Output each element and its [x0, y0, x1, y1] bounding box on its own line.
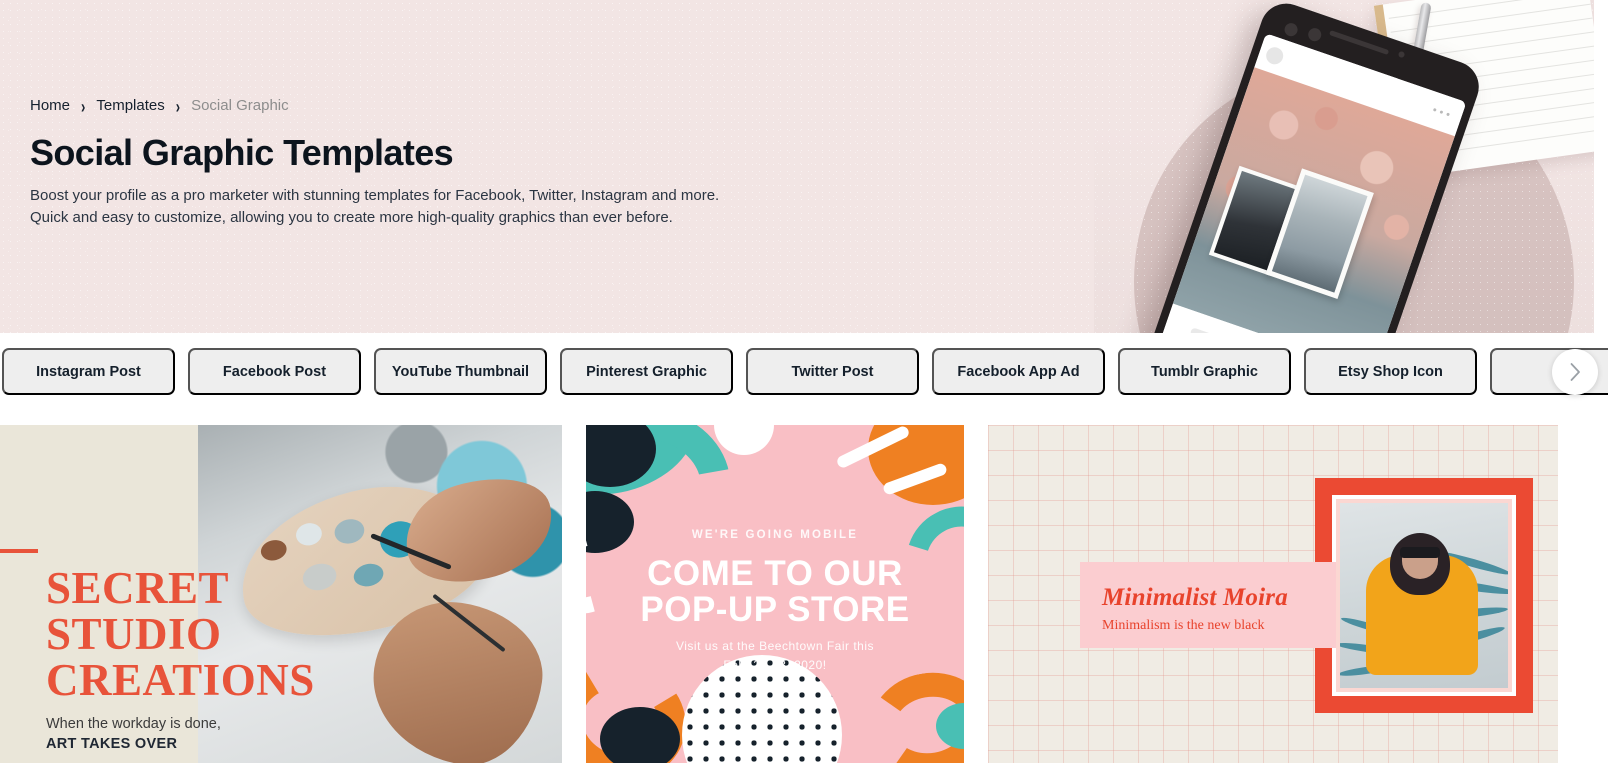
- card2-headline: COME TO OUR POP-UP STORE: [586, 556, 964, 628]
- hero-copy: Home › Templates › Social Graphic Social…: [30, 96, 719, 229]
- template-grid: SECRET STUDIO CREATIONS When the workday…: [0, 425, 1608, 763]
- templates-page: SHOW USSWEET SEASON Home › Templates › S…: [0, 0, 1608, 763]
- filter-chip-instagram-post[interactable]: Instagram Post: [2, 348, 175, 395]
- blob-navy: [600, 707, 680, 763]
- filter-chip-tumblr-graphic[interactable]: Tumblr Graphic: [1118, 348, 1291, 395]
- template-card-secret-studio[interactable]: SECRET STUDIO CREATIONS When the workday…: [0, 425, 562, 763]
- breadcrumb-item-templates[interactable]: Templates: [96, 96, 164, 116]
- template-card-minimalist-moira[interactable]: Minimalist Moira Minimalism is the new b…: [988, 425, 1558, 763]
- card2-subtext-line-2: Feb. 20-23, 2020!: [723, 658, 827, 672]
- filter-chip-twitter-post[interactable]: Twitter Post: [746, 348, 919, 395]
- blob-white-circle: [714, 425, 774, 455]
- filter-chip-youtube-thumbnail[interactable]: YouTube Thumbnail: [374, 348, 547, 395]
- card2-subtext: Visit us at the Beechtown Fair this Feb.…: [586, 637, 964, 675]
- chevron-right-icon: ›: [81, 95, 86, 117]
- card1-subtitle-line-1: When the workday is done,: [46, 716, 221, 732]
- card2-headline-line-2: POP-UP STORE: [640, 590, 910, 629]
- card1-title: SECRET STUDIO CREATIONS: [46, 565, 376, 703]
- photo-frame: [1315, 478, 1533, 713]
- breadcrumb: Home › Templates › Social Graphic: [30, 96, 719, 116]
- breadcrumb-item-current: Social Graphic: [191, 97, 289, 114]
- card1-title-line-1: SECRET: [46, 563, 230, 613]
- rail-next-button[interactable]: [1552, 349, 1598, 395]
- chevron-right-icon: [1569, 362, 1582, 382]
- sunglasses-illustration: [1400, 547, 1440, 558]
- card1-accent-rule: [0, 549, 38, 553]
- card3-title: Minimalist Moira: [1102, 584, 1288, 611]
- hero-description-line-2: Quick and easy to customize, allowing yo…: [30, 209, 673, 226]
- page-title: Social Graphic Templates: [30, 132, 454, 173]
- hero-banner: SHOW USSWEET SEASON Home › Templates › S…: [0, 0, 1594, 333]
- hero-description-line-1: Boost your profile as a pro marketer wit…: [30, 187, 720, 204]
- card1-title-line-2: STUDIO: [46, 609, 222, 659]
- category-filter-rail[interactable]: Instagram Post Facebook Post YouTube Thu…: [0, 348, 1608, 395]
- filter-chip-facebook-app-ad[interactable]: Facebook App Ad: [932, 348, 1105, 395]
- filter-chip-facebook-post[interactable]: Facebook Post: [188, 348, 361, 395]
- card3-label: Minimalist Moira Minimalism is the new b…: [1080, 562, 1336, 648]
- card1-subtitle: When the workday is done, ART TAKES OVER: [46, 714, 221, 754]
- card1-title-line-3: CREATIONS: [46, 655, 315, 705]
- filter-chip-pinterest-graphic[interactable]: Pinterest Graphic: [560, 348, 733, 395]
- card2-headline-line-1: COME TO OUR: [647, 554, 903, 593]
- avatar: [1263, 44, 1286, 67]
- chevron-right-icon: ›: [175, 95, 181, 117]
- breadcrumb-item-home[interactable]: Home: [30, 96, 70, 116]
- card3-subtitle: Minimalism is the new black: [1102, 618, 1265, 633]
- hero-description: Boost your profile as a pro marketer wit…: [30, 185, 719, 229]
- more-options-icon: [1432, 107, 1453, 117]
- template-card-popup-store[interactable]: WE'RE GOING MOBILE COME TO OUR POP-UP ST…: [586, 425, 964, 763]
- card2-subtext-line-1: Visit us at the Beechtown Fair this: [675, 639, 875, 653]
- filter-chip-etsy-shop-icon[interactable]: Etsy Shop Icon: [1304, 348, 1477, 395]
- card1-subtitle-line-2: ART TAKES OVER: [46, 736, 178, 752]
- card2-kicker: WE'RE GOING MOBILE: [691, 529, 859, 541]
- hero-artwork: SHOW USSWEET SEASON: [1074, 0, 1594, 333]
- model-photo: [1340, 503, 1508, 688]
